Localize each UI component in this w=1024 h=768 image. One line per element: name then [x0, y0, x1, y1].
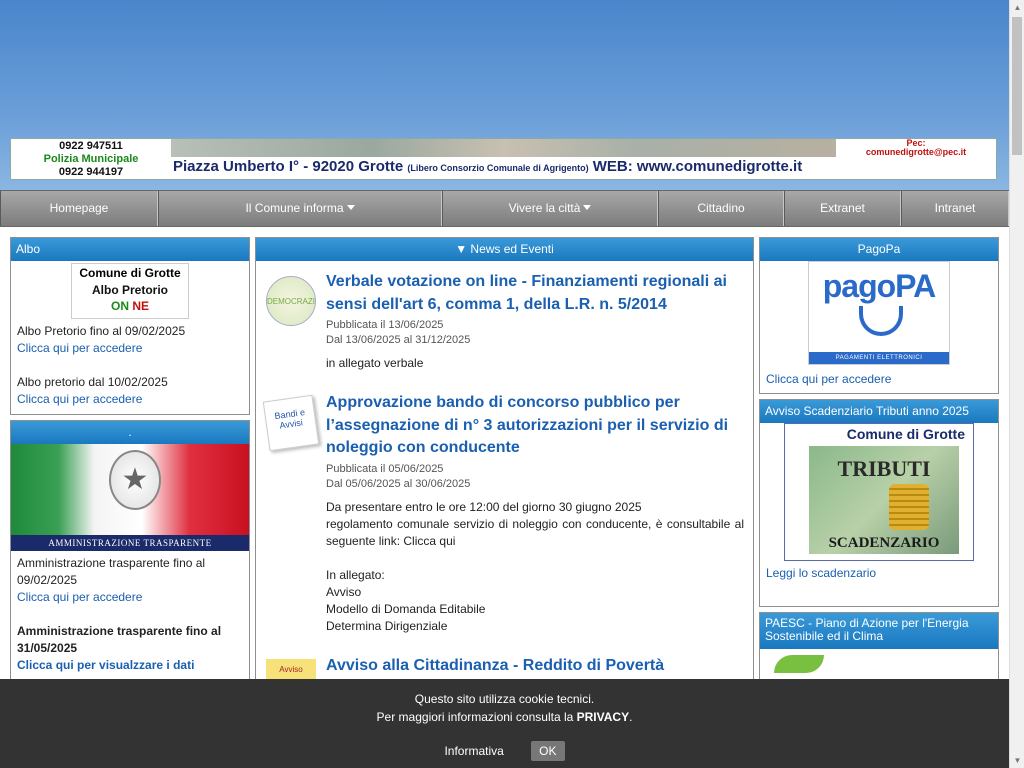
trasparente-panel: . ★ AMMINISTRAZIONE TRASPARENTE Amminist…: [10, 420, 250, 710]
news-thumb[interactable]: Bandi e Avvisi: [262, 394, 320, 452]
nav-label: Intranet: [934, 201, 976, 215]
pagopa-strip: PAGAMENTI ELETTRONICI: [809, 352, 949, 364]
nav-homepage[interactable]: Homepage: [0, 191, 158, 226]
news-published: Pubblicata il 05/06/2025: [326, 462, 444, 475]
albo-panel-title: Albo: [11, 238, 249, 261]
albo-text-2: Albo pretorio dal 10/02/2025: [17, 375, 168, 389]
scroll-up-icon[interactable]: ▲: [1010, 0, 1024, 15]
news-panel: ▼ News ed Eventi DEMOCRAZIA Verbale vota…: [255, 237, 754, 697]
nav-extranet[interactable]: Extranet: [784, 191, 901, 226]
paesc-panel-title: PAESC - Piano di Azione per l'Energia So…: [760, 613, 998, 649]
albo-logo[interactable]: Comune di Grotte Albo Pretorio ON NE: [71, 263, 189, 319]
phone-label: Polizia Municipale: [43, 153, 139, 165]
nav-label: Il Comune informa: [245, 201, 344, 215]
trasparente-text: Amministrazione trasparente fino al 09/0…: [11, 555, 249, 674]
header-banner: 0922 947511 Polizia Municipale 0922 9441…: [10, 138, 997, 180]
albo-logo-line2: Albo Pretorio: [91, 283, 168, 297]
news-published: Pubblicata il 13/06/2025: [326, 319, 444, 331]
tributi-illustration: TRIBUTI SCADENZARIO: [809, 446, 959, 554]
emblem-icon: ★: [109, 450, 161, 510]
tributi-logo-header: Comune di Grotte: [846, 426, 965, 442]
address-small: (Libero Consorzio Comunale di Agrigento): [407, 163, 589, 173]
trasparente-banner[interactable]: ★ AMMINISTRAZIONE TRASPARENTE: [11, 444, 249, 551]
nav-intranet[interactable]: Intranet: [901, 191, 1009, 226]
albo-text: Albo Pretorio fino al 09/02/2025 Clicca …: [11, 323, 249, 408]
trasparente-link-1[interactable]: Clicca qui per accedere: [17, 590, 142, 604]
tributi-panel: Avviso Scadenziario Tributi anno 2025 Co…: [759, 399, 999, 607]
albo-logo-line3: ON NE: [110, 299, 149, 313]
main-nav: Homepage Il Comune informa Vivere la cit…: [0, 190, 1009, 227]
tributi-panel-title: Avviso Scadenziario Tributi anno 2025: [760, 400, 998, 423]
phone-1: 0922 947511: [59, 140, 123, 152]
caret-down-icon: [583, 205, 592, 210]
attachment-link-determina[interactable]: Determina Dirigenziale: [326, 619, 447, 633]
pec-address: comunedigrotte@pec.it: [865, 147, 967, 157]
news-desc-line: regolamento comunale servizio di noleggi…: [326, 516, 744, 548]
banner-address: Piazza Umberto I° - 92020 Grotte (Libero…: [173, 158, 802, 175]
news-title[interactable]: Approvazione bando di concorso pubblico …: [326, 392, 744, 460]
news-desc-line: In allegato:: [326, 567, 385, 582]
nav-label: Vivere la città: [508, 201, 581, 215]
nav-label: Homepage: [49, 201, 109, 215]
tributi-link[interactable]: Leggi lo scadenzario: [766, 566, 876, 580]
news-desc: in allegato verbale: [326, 356, 424, 370]
address-text: Piazza Umberto I° - 92020 Grotte: [173, 158, 404, 175]
scrollbar-thumb[interactable]: [1012, 17, 1022, 155]
pagopa-panel-title: PagoPa: [760, 238, 998, 261]
page-scrollbar[interactable]: ▲ ▼: [1009, 0, 1024, 768]
trasparente-link-2[interactable]: Clicca qui per visualzzare i dati: [17, 658, 194, 672]
tributi-image[interactable]: Comune di Grotte TRIBUTI SCADENZARIO: [784, 423, 974, 561]
coins-icon: [889, 484, 929, 530]
news-desc: Da presentare entro le ore 12:00 del gio…: [326, 499, 744, 635]
pagopa-link[interactable]: Clicca qui per accedere: [766, 372, 891, 386]
web-text: WEB: www.comunedigrotte.it: [592, 158, 803, 175]
attachment-link-avviso[interactable]: Avviso: [326, 585, 361, 599]
leaf-icon: [774, 655, 824, 673]
trasparente-text-1: Amministrazione trasparente fino al 09/0…: [17, 556, 206, 587]
nav-cittadino[interactable]: Cittadino: [658, 191, 784, 226]
trasparente-panel-title: .: [11, 421, 249, 444]
nav-vivere-citta[interactable]: Vivere la città: [442, 191, 658, 226]
tributi-sub: SCADENZARIO: [828, 535, 940, 551]
news-title[interactable]: Verbale votazione on line - Finanziament…: [326, 271, 744, 316]
privacy-link[interactable]: PRIVACY: [577, 710, 629, 724]
news-range: Dal 13/06/2025 al 31/12/2025: [326, 334, 471, 346]
trasparente-text-2: Amministrazione trasparente fino al 31/0…: [17, 624, 222, 655]
news-thumb[interactable]: DEMOCRAZIA: [266, 276, 316, 326]
banner-pec: Pec: comunedigrotte@pec.it: [836, 139, 996, 157]
nav-label: Extranet: [820, 201, 865, 215]
attachment-link-modello[interactable]: Modello di Domanda Editabile: [326, 602, 485, 616]
albo-panel: Albo Comune di Grotte Albo Pretorio ON N…: [10, 237, 250, 415]
news-desc-line: Da presentare entro le ore 12:00 del gio…: [326, 499, 642, 514]
site-header: 0922 947511 Polizia Municipale 0922 9441…: [0, 0, 1009, 190]
informativa-link[interactable]: Informativa: [444, 744, 503, 758]
caret-down-icon: [346, 205, 355, 210]
tributi-word: TRIBUTI: [837, 456, 931, 481]
albo-link-2[interactable]: Clicca qui per accedere: [17, 392, 142, 406]
phone-2: 0922 944197: [58, 166, 124, 178]
news-range: Dal 05/06/2025 al 30/06/2025: [326, 477, 471, 490]
albo-text-1: Albo Pretorio fino al 09/02/2025: [17, 324, 186, 338]
pagopa-logo-text: pagoPA: [822, 268, 937, 304]
pagopa-arrow-icon: [859, 306, 903, 336]
cookie-ok-button[interactable]: OK: [531, 741, 565, 761]
cookie-banner: Questo sito utilizza cookie tecnici. Per…: [0, 679, 1009, 768]
cookie-line-1: Questo sito utilizza cookie tecnici.: [414, 692, 595, 706]
pagopa-panel: PagoPa pagoPA PAGAMENTI ELETTRONICI Clic…: [759, 237, 999, 394]
nav-label: Cittadino: [697, 201, 745, 215]
news-title[interactable]: Avviso alla Cittadinanza - Reddito di Po…: [326, 655, 744, 678]
news-panel-title[interactable]: ▼ News ed Eventi: [256, 238, 753, 261]
albo-logo-line1: Comune di Grotte: [79, 266, 181, 280]
nav-comune-informa[interactable]: Il Comune informa: [158, 191, 442, 226]
scroll-down-icon[interactable]: ▼: [1010, 753, 1024, 768]
banner-photo: [171, 139, 837, 157]
banner-phones: 0922 947511 Polizia Municipale 0922 9441…: [11, 139, 171, 179]
cookie-line-2: Per maggiori informazioni consulta la PR…: [376, 710, 633, 724]
trasparente-banner-text: AMMINISTRAZIONE TRASPARENTE: [11, 535, 249, 551]
albo-link-1[interactable]: Clicca qui per accedere: [17, 341, 142, 355]
pagopa-logo[interactable]: pagoPA PAGAMENTI ELETTRONICI: [808, 261, 950, 365]
